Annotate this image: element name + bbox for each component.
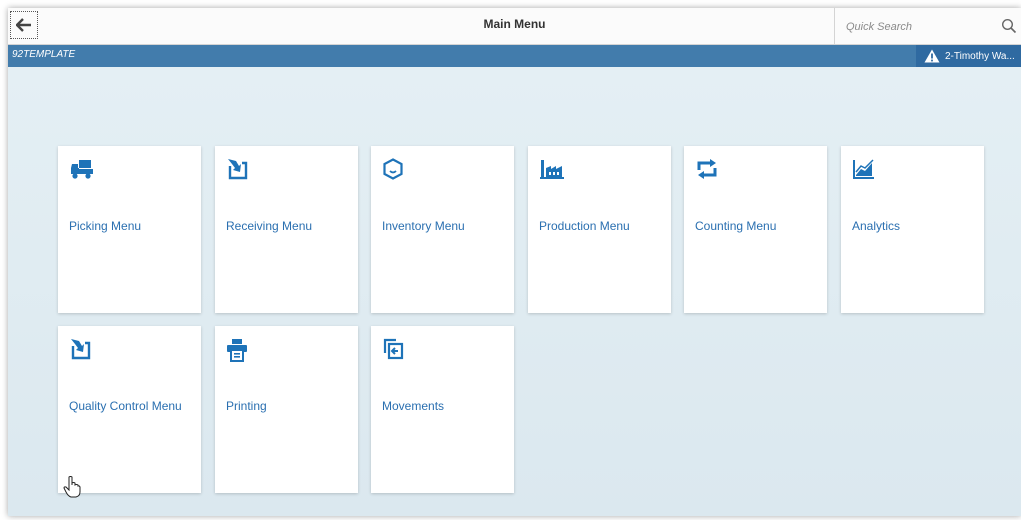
quick-search [834, 8, 1021, 44]
tile-label: Printing [226, 399, 267, 413]
printer-icon [226, 338, 248, 367]
top-bar: Main Menu [8, 8, 1021, 45]
company-name: 92TEMPLATE [12, 49, 76, 60]
receive-arrow-icon [226, 158, 250, 185]
tile-label: Movements [382, 399, 445, 413]
tile-printing[interactable]: Printing [215, 326, 358, 493]
transfer-icon [382, 338, 404, 365]
tile-label: Production Menu [539, 219, 630, 233]
box-icon [382, 158, 404, 185]
search-input[interactable] [844, 17, 988, 37]
area-chart-icon [852, 158, 876, 185]
truck-icon [69, 158, 95, 185]
tile-production-menu[interactable]: Production Menu [528, 146, 671, 313]
tile-movements[interactable]: Movements [371, 326, 514, 493]
app-window: Main Menu 92TEMPLATE 2-Timothy Wa... [8, 8, 1021, 516]
tile-receiving-menu[interactable]: Receiving Menu [215, 146, 358, 313]
tile-counting-menu[interactable]: Counting Menu [684, 146, 827, 313]
sub-header: 92TEMPLATE 2-Timothy Wa... [8, 45, 1021, 67]
user-menu[interactable]: 2-Timothy Wa... [916, 45, 1021, 67]
tile-picking-menu[interactable]: Picking Menu [58, 146, 201, 313]
tile-label: Counting Menu [695, 219, 777, 233]
tile-label: Picking Menu [69, 219, 142, 233]
refresh-count-icon [695, 158, 719, 185]
warning-icon [924, 49, 940, 63]
tile-quality-control-menu[interactable]: Quality Control Menu [58, 326, 201, 493]
search-icon[interactable] [1001, 18, 1017, 34]
tile-label: Inventory Menu [382, 219, 465, 233]
user-name: 2-Timothy Wa... [945, 50, 1015, 62]
tile-inventory-menu[interactable]: Inventory Menu [371, 146, 514, 313]
tile-label: Receiving Menu [226, 219, 313, 233]
hand-cursor-icon [63, 476, 81, 498]
factory-icon [539, 158, 565, 185]
tile-label: Quality Control Menu [69, 399, 182, 413]
tile-label: Analytics [852, 219, 901, 233]
receive-arrow-icon [69, 338, 93, 365]
tile-analytics[interactable]: Analytics [841, 146, 984, 313]
